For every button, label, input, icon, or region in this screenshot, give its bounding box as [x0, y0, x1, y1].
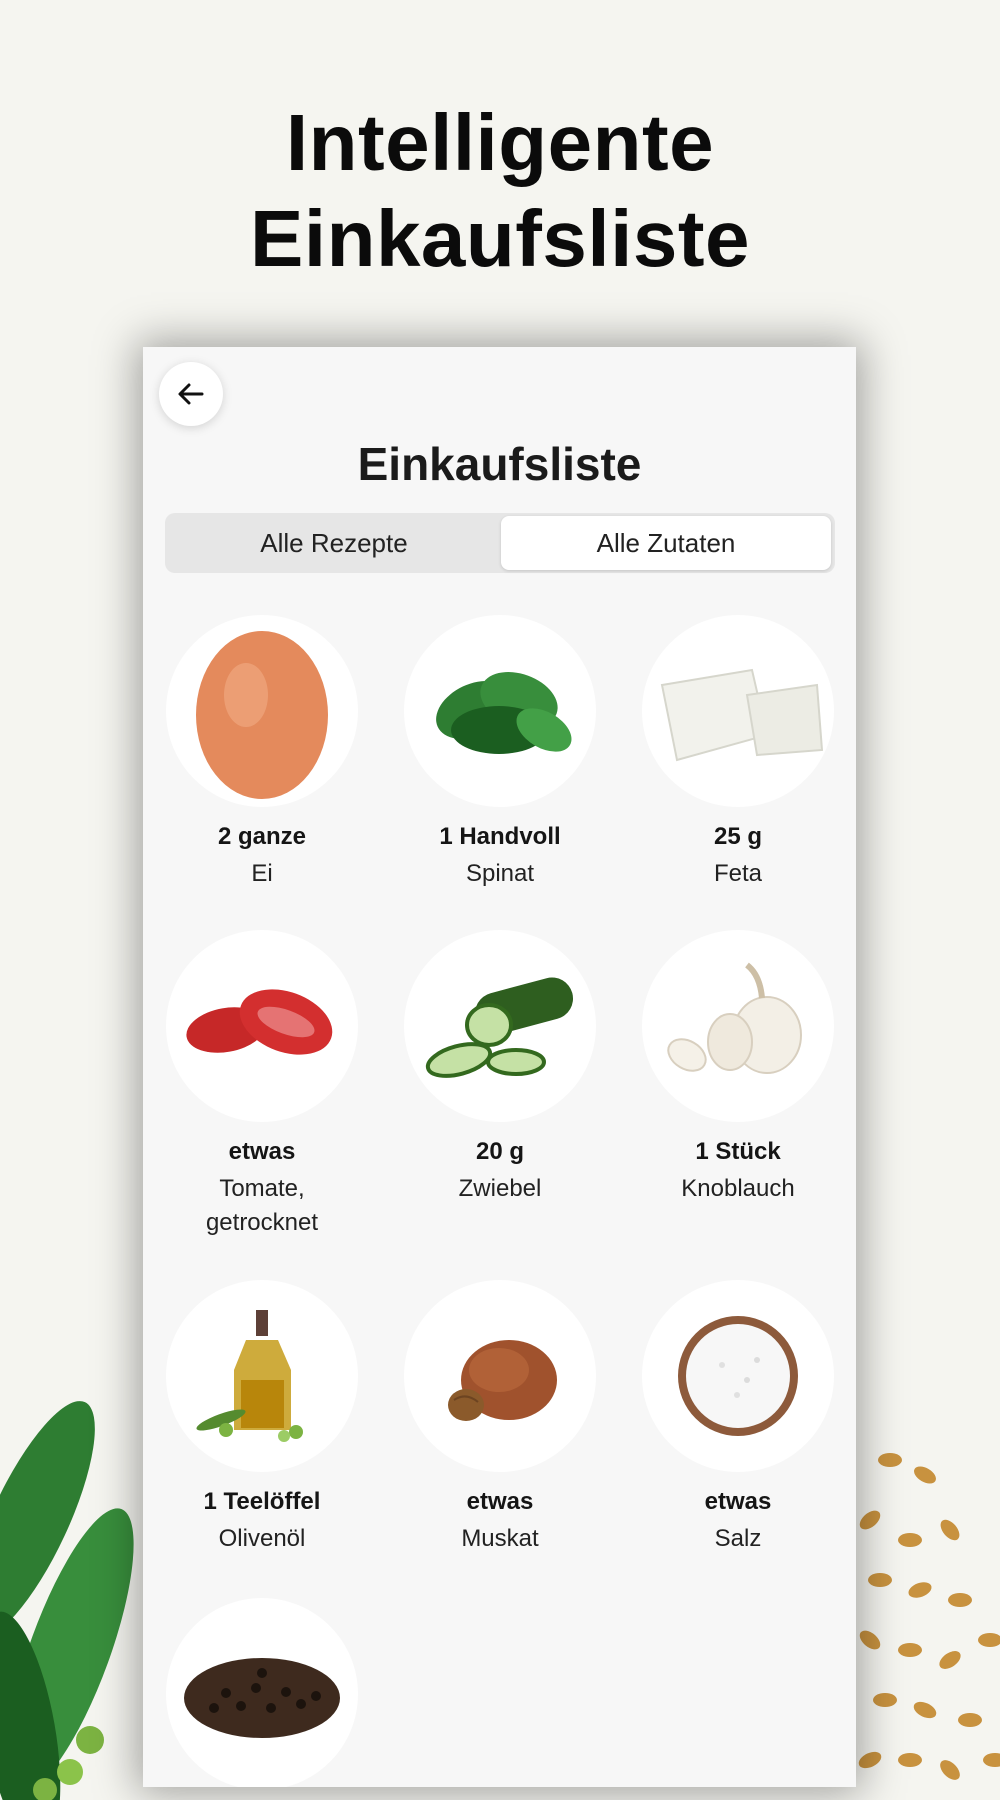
ingredient-item[interactable]: 25 g Feta: [619, 615, 856, 891]
ingredient-quantity: 20 g: [475, 1138, 525, 1165]
salt-icon: [642, 1280, 834, 1472]
ingredient-name: Knoblauch: [681, 1175, 795, 1202]
ingredient-item[interactable]: 20 g Zwiebel: [381, 930, 619, 1206]
tab-alle-rezepte[interactable]: Alle Rezepte: [169, 516, 499, 570]
ingredient-quantity: etwas: [466, 1488, 534, 1515]
ingredient-item[interactable]: [143, 1598, 381, 1787]
egg-icon: [166, 615, 358, 807]
back-button[interactable]: [159, 362, 223, 426]
ingredient-name: Ei: [251, 860, 273, 887]
ingredient-name: Muskat: [461, 1525, 539, 1552]
garlic-icon: [642, 930, 834, 1122]
arrow-left-icon: [178, 383, 204, 405]
ingredient-quantity: 25 g: [713, 823, 763, 850]
ingredient-name: Feta: [713, 860, 763, 887]
headline-line-1: Intelligente: [285, 98, 715, 187]
ingredient-name: Olivenöl: [218, 1525, 306, 1552]
ingredient-quantity: etwas: [704, 1488, 772, 1515]
peas-decoration-icon: [0, 1401, 134, 1800]
app-screen: Einkaufsliste Alle Rezepte Alle Zutaten …: [143, 347, 856, 1787]
feta-icon: [642, 615, 834, 807]
ingredient-item[interactable]: etwas Salz: [619, 1280, 856, 1556]
headline-line-2: Einkaufsliste: [249, 194, 750, 283]
ingredient-quantity: 1 Stück: [695, 1138, 781, 1165]
olive-oil-icon: [166, 1280, 358, 1472]
ingredient-item[interactable]: etwas Tomate, getrocknet: [143, 930, 381, 1240]
ingredient-name: Spinat: [465, 860, 535, 887]
ingredient-name: Salz: [714, 1525, 762, 1552]
spinach-icon: [404, 615, 596, 807]
view-toggle: Alle Rezepte Alle Zutaten: [165, 513, 835, 573]
pepper-icon: [166, 1598, 358, 1787]
ingredient-name: Tomate, getrocknet: [205, 1175, 319, 1236]
screen-title: Einkaufsliste: [357, 438, 642, 490]
ingredient-item[interactable]: 1 Stück Knoblauch: [619, 930, 856, 1206]
tab-alle-zutaten[interactable]: Alle Zutaten: [501, 516, 831, 570]
ingredient-quantity: 1 Teelöffel: [203, 1488, 321, 1515]
ingredient-quantity: 1 Handvoll: [439, 823, 561, 850]
ingredient-item[interactable]: etwas Muskat: [381, 1280, 619, 1556]
zucchini-icon: [404, 930, 596, 1122]
ingredient-name: Zwiebel: [458, 1175, 542, 1202]
ingredient-item[interactable]: 1 Teelöffel Olivenöl: [143, 1280, 381, 1556]
ingredient-item[interactable]: 2 ganze Ei: [143, 615, 381, 891]
ingredient-quantity: etwas: [228, 1138, 296, 1165]
dried-tomato-icon: [166, 930, 358, 1122]
nutmeg-icon: [404, 1280, 596, 1472]
grains-decoration-icon: [858, 1453, 1000, 1780]
ingredient-quantity: 2 ganze: [217, 823, 307, 850]
ingredient-item[interactable]: 1 Handvoll Spinat: [381, 615, 619, 891]
page-headline: Intelligente Einkaufsliste: [0, 95, 1000, 287]
